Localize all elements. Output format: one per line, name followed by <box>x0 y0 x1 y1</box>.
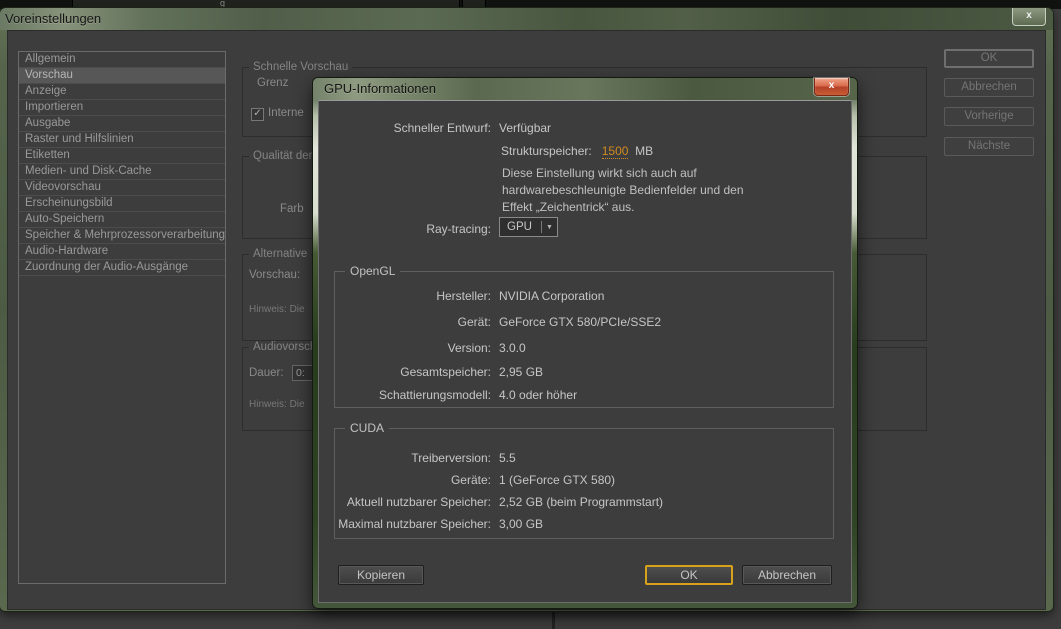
sidebar-item-allgemein[interactable]: Allgemein <box>19 52 225 68</box>
vorschau-label: Vorschau: <box>249 269 301 281</box>
limit-label: Grenz <box>257 77 289 89</box>
cuda-row: Maximal nutzbarer Speicher: 3,00 GB <box>319 517 543 531</box>
row-label: Gerät: <box>457 315 491 329</box>
sidebar-item-anzeige[interactable]: Anzeige <box>19 84 225 100</box>
sidebar-item-importieren[interactable]: Importieren <box>19 100 225 116</box>
opengl-row: Hersteller: NVIDIA Corporation <box>319 289 604 303</box>
sidebar-item-audio-hardware[interactable]: Audio-Hardware <box>19 244 225 260</box>
group-title: Qualität der <box>249 150 317 162</box>
row-value: 2,95 GB <box>499 365 544 379</box>
sidebar-item-raster[interactable]: Raster und Hilfslinien <box>19 132 225 148</box>
ok-button[interactable]: OK <box>645 565 733 585</box>
ok-button[interactable]: OK <box>944 49 1034 68</box>
row-label: Aktuell nutzbarer Speicher: <box>346 495 491 509</box>
interne-checkbox[interactable]: ✓ <box>251 108 264 121</box>
row-value: 1 (GeForce GTX 580) <box>499 473 616 487</box>
row-value: 3.0.0 <box>499 341 526 355</box>
texture-memory-label: Strukturspeicher: <box>501 144 592 158</box>
fast-draft-label: Schneller Entwurf: <box>393 121 491 135</box>
row-label: Maximal nutzbarer Speicher: <box>338 517 491 531</box>
cancel-button[interactable]: Abbrechen <box>944 78 1034 97</box>
dialog-title: GPU-Informationen <box>324 81 436 96</box>
row-label: Geräte: <box>450 473 491 487</box>
preferences-category-list: Allgemein Vorschau Anzeige Importieren A… <box>18 51 226 584</box>
ray-tracing-value: GPU <box>507 221 532 233</box>
interne-checkbox-label: Interne <box>268 107 304 119</box>
ray-tracing-row: Ray-tracing: <box>319 222 499 236</box>
opengl-row: Gesamtspeicher: 2,95 GB <box>319 365 543 379</box>
row-value: GeForce GTX 580/PCIe/SSE2 <box>499 315 662 329</box>
texture-memory-hot-text[interactable]: 1500 <box>601 144 629 159</box>
opengl-group-title: OpenGL <box>345 264 401 278</box>
fast-draft-row: Schneller Entwurf: Verfügbar <box>319 121 551 135</box>
sidebar-item-speicher[interactable]: Speicher & Mehrprozessorverarbeitung <box>19 228 225 244</box>
sidebar-item-audio-ausgaenge[interactable]: Zuordnung der Audio-Ausgänge <box>19 260 225 276</box>
row-label: Gesamtspeicher: <box>400 365 491 379</box>
row-value: 5.5 <box>499 451 516 465</box>
sidebar-item-vorschau[interactable]: Vorschau <box>19 68 225 84</box>
texture-memory-note: Diese Einstellung wirkt sich auch auf ha… <box>502 166 744 214</box>
hinweis-label: Hinweis: Die <box>249 304 305 315</box>
group-title: Audiovorsch <box>249 341 321 353</box>
farb-label: Farb <box>280 203 304 215</box>
row-value: 3,00 GB <box>499 517 544 531</box>
group-title: Alternative <box>249 248 312 260</box>
previous-button[interactable]: Vorherige <box>944 107 1034 126</box>
dauer-label: Dauer: <box>249 367 284 379</box>
panel-divider <box>552 608 555 629</box>
gpu-dialog-titlebar[interactable]: GPU-Informationen x <box>313 78 857 100</box>
preferences-titlebar[interactable]: Voreinstellungen x <box>0 8 1053 30</box>
cancel-button[interactable]: Abbrechen <box>742 565 832 585</box>
gpu-dialog-content: Schneller Entwurf: Verfügbar Strukturspe… <box>318 100 852 603</box>
copy-button[interactable]: Kopieren <box>338 565 424 585</box>
row-label: Hersteller: <box>436 289 491 303</box>
sidebar-item-etiketten[interactable]: Etiketten <box>19 148 225 164</box>
row-label: Version: <box>447 341 491 355</box>
sidebar-item-medien-cache[interactable]: Medien- und Disk-Cache <box>19 164 225 180</box>
chevron-down-icon: ▼ <box>546 223 553 231</box>
fast-draft-value: Verfügbar <box>499 121 552 135</box>
row-value: NVIDIA Corporation <box>499 289 605 303</box>
group-title: Schnelle Vorschau <box>249 61 353 73</box>
gpu-info-dialog: GPU-Informationen x Schneller Entwurf: V… <box>313 78 857 608</box>
window-title: Voreinstellungen <box>5 11 102 26</box>
opengl-row: Gerät: GeForce GTX 580/PCIe/SSE2 <box>319 315 661 329</box>
next-button[interactable]: Nächste <box>944 137 1034 156</box>
hinweis-label: Hinweis: Die <box>249 399 305 410</box>
ray-tracing-dropdown[interactable]: GPU ▼ <box>499 217 558 237</box>
cuda-group-title: CUDA <box>345 421 390 435</box>
row-value: 2,52 GB (beim Programmstart) <box>499 495 664 509</box>
texture-memory-row: Strukturspeicher: 1500 MB <box>501 144 654 159</box>
cuda-row: Treiberversion: 5.5 <box>319 451 516 465</box>
sidebar-item-videovorschau[interactable]: Videovorschau <box>19 180 225 196</box>
row-label: Treiberversion: <box>411 451 491 465</box>
opengl-row: Version: 3.0.0 <box>319 341 526 355</box>
ray-tracing-label: Ray-tracing: <box>426 222 491 236</box>
sidebar-item-ausgabe[interactable]: Ausgabe <box>19 116 225 132</box>
sidebar-item-auto-speichern[interactable]: Auto-Speichern <box>19 212 225 228</box>
panel-fragment-text: g <box>220 0 226 8</box>
opengl-row: Schattierungsmodell: 4.0 oder höher <box>319 388 577 402</box>
sidebar-item-erscheinungsbild[interactable]: Erscheinungsbild <box>19 196 225 212</box>
close-icon[interactable]: x <box>1012 8 1046 26</box>
close-icon[interactable]: x <box>814 78 849 96</box>
cuda-row: Geräte: 1 (GeForce GTX 580) <box>319 473 615 487</box>
cuda-row: Aktuell nutzbarer Speicher: 2,52 GB (bei… <box>319 495 663 509</box>
row-value: 4.0 oder höher <box>499 388 578 402</box>
texture-memory-unit: MB <box>635 144 654 158</box>
screen: g Voreinstellungen x Allgemein Vorschau … <box>0 0 1061 629</box>
row-label: Schattierungsmodell: <box>378 388 491 402</box>
